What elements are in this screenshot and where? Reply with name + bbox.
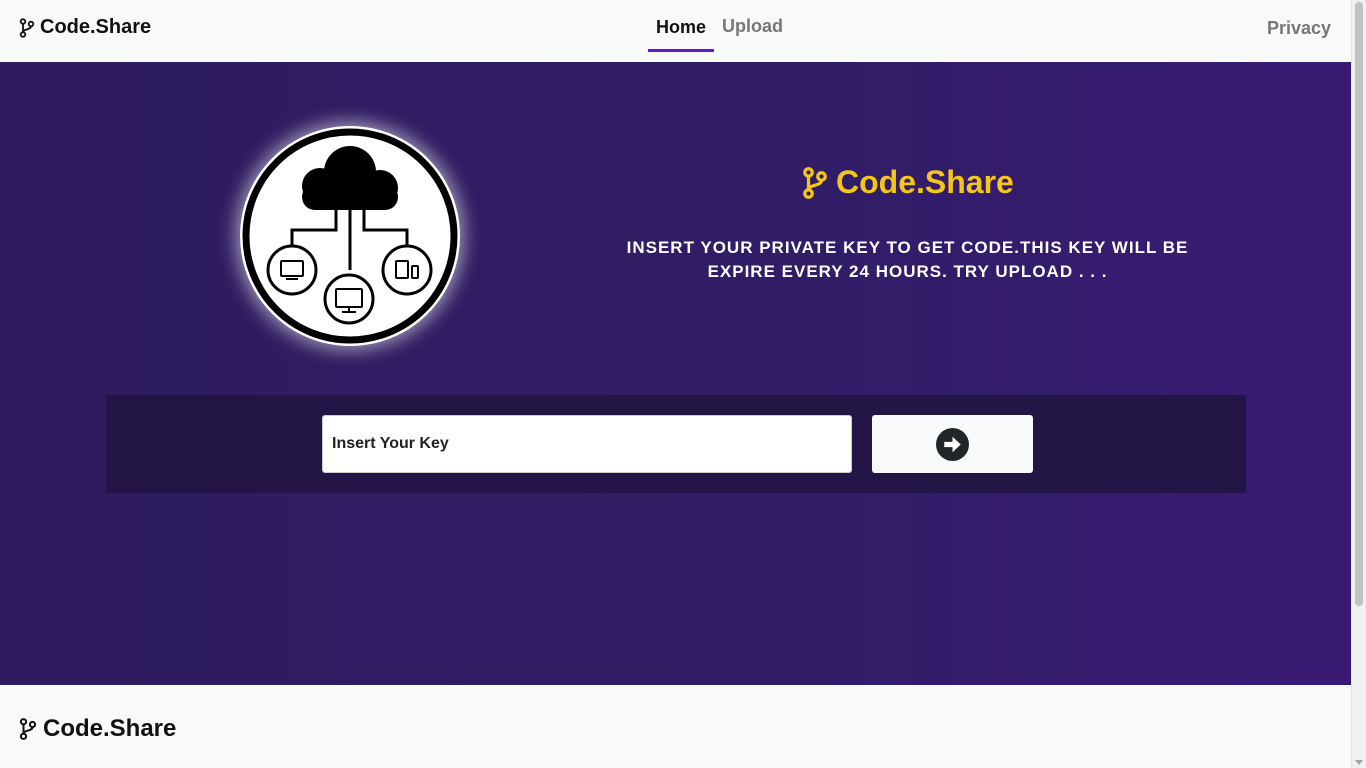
nav-home-link[interactable]: Home [648, 0, 715, 52]
page-scrollbar[interactable] [1351, 0, 1366, 768]
git-branch-icon [19, 718, 37, 740]
scrollbar-thumb[interactable] [1355, 2, 1363, 606]
key-input[interactable] [322, 415, 852, 473]
cloud-network-icon [240, 126, 460, 346]
git-branch-icon [803, 166, 827, 199]
key-panel [106, 395, 1246, 493]
nav-privacy-link[interactable]: Privacy [1267, 18, 1331, 39]
git-branch-icon [19, 17, 35, 38]
page: Code.Share Home Upload Privacy Code.Shar… [0, 0, 1351, 768]
hero-title-label: Code.Share [836, 164, 1014, 200]
navbar-brand-label: Code.Share [40, 16, 152, 38]
nav-upload-link[interactable]: Upload [714, 0, 791, 52]
arrow-right-circle-icon [936, 427, 969, 461]
hero-title: Code.Share [802, 164, 1014, 201]
footer-brand-label: Code.Share [43, 715, 177, 742]
submit-key-button[interactable] [872, 415, 1033, 473]
footer: Code.Share [0, 685, 1351, 768]
scroll-down-arrow-icon[interactable] [1355, 760, 1363, 765]
footer-brand: Code.Share [19, 715, 176, 743]
top-navbar: Code.Share Home Upload Privacy [0, 0, 1351, 62]
nav-links: Home Upload [648, 0, 791, 52]
hero-description: INSERT YOUR PRIVATE KEY TO GET CODE.THIS… [626, 238, 1189, 281]
hero-section: Code.Share INSERT YOUR PRIVATE KEY TO GE… [0, 62, 1351, 685]
navbar-brand[interactable]: Code.Share [19, 16, 151, 39]
